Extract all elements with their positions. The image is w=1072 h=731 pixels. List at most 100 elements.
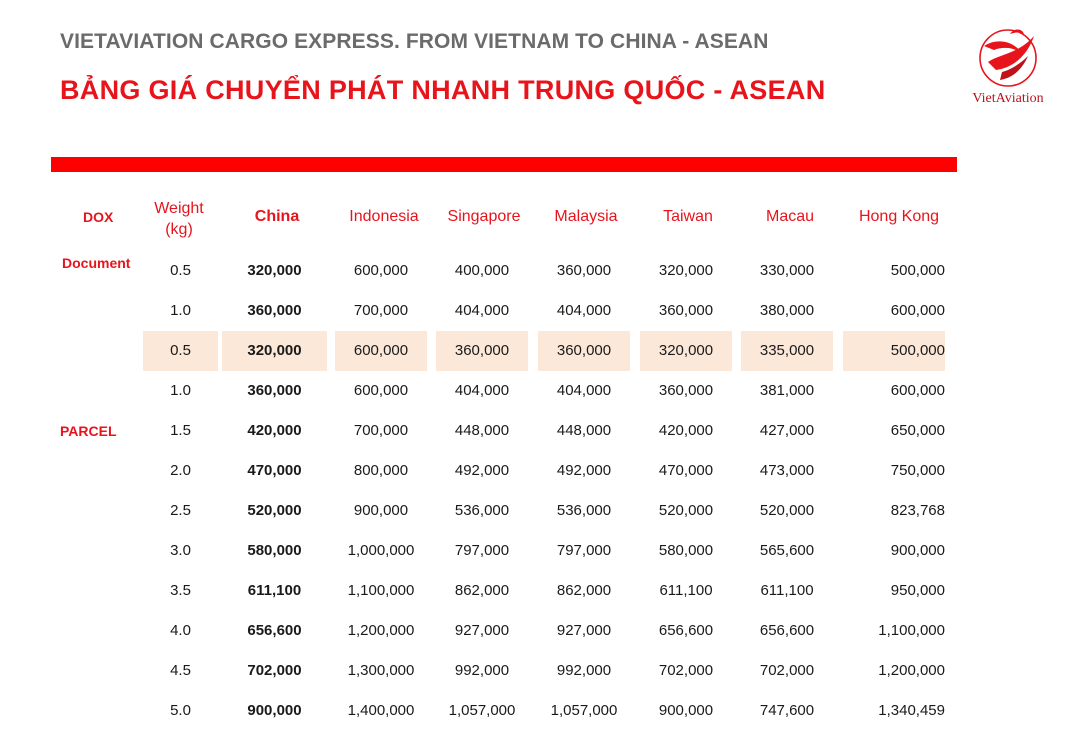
table-row: 3.0 580,000 1,000,000 797,000 797,000 580,000… [0,531,1072,571]
singapore-header: Singapore [447,208,521,225]
malaysia-cell: 448,000 [556,422,612,439]
china-cell: 900,000 [247,702,302,719]
macau-cell: 473,000 [759,462,815,479]
indonesia-cell: 600,000 [353,382,409,399]
macau-cell: 335,000 [741,331,833,371]
weight-cell: 0.5 [143,331,218,371]
indonesia-cell: 600,000 [335,331,427,371]
macau-cell: 520,000 [759,502,815,519]
taiwan-cell: 702,000 [658,662,714,679]
indonesia-cell: 700,000 [353,302,409,319]
weight-cell: 5.0 [170,702,191,719]
singapore-cell: 536,000 [454,502,510,519]
taiwan-cell: 900,000 [658,702,714,719]
taiwan-cell: 656,600 [658,622,714,639]
china-cell: 702,000 [247,662,302,679]
macau-cell: 611,100 [760,582,814,599]
table-row: 2.5 520,000 900,000 536,000 536,000 520,000 52… [0,491,1072,531]
macau-header: Macau [765,208,815,225]
china-cell: 656,600 [247,622,302,639]
hongkong-cell: 500,000 [890,262,945,279]
china-cell: 470,000 [247,462,302,479]
singapore-cell: 992,000 [454,662,510,679]
malaysia-cell: 992,000 [556,662,612,679]
taiwan-cell: 611,100 [659,582,713,599]
indonesia-cell: 1,000,000 [347,542,415,559]
indonesia-cell: 900,000 [353,502,409,519]
malaysia-cell: 492,000 [556,462,612,479]
macau-cell: 381,000 [759,382,815,399]
macau-cell: 427,000 [759,422,815,439]
hongkong-header: Hong Kong [858,208,940,225]
weight-cell: 1.0 [170,302,191,319]
logo-wordmark: VietAviation [972,91,1044,106]
taiwan-cell: 360,000 [658,382,714,399]
hongkong-cell: 600,000 [890,382,945,399]
macau-cell: 747,600 [759,702,815,719]
malaysia-cell: 404,000 [556,382,612,399]
weight-cell: 0.5 [170,262,191,279]
weight-cell: 3.5 [170,582,191,599]
malaysia-cell: 404,000 [556,302,612,319]
dox-header: DOX [83,209,114,225]
weight-cell: 3.0 [170,542,191,559]
taiwan-cell: 320,000 [658,262,714,279]
table-row: 3.5 611,100 1,100,000 862,000 862,000 611,100… [0,571,1072,611]
china-cell: 320,000 [222,331,327,371]
singapore-cell: 400,000 [454,262,510,279]
hongkong-cell: 1,340,459 [878,702,945,719]
hongkong-cell: 823,768 [890,502,945,519]
macau-cell: 330,000 [759,262,815,279]
indonesia-cell: 800,000 [353,462,409,479]
table-row: 1.5 420,000 700,000 448,000 448,000 420,000 42… [0,411,1072,451]
indonesia-cell: 1,200,000 [347,622,415,639]
hongkong-cell: 1,100,000 [878,622,945,639]
malaysia-cell: 536,000 [556,502,612,519]
indonesia-cell: 600,000 [353,262,409,279]
weight-cell: 2.0 [170,462,191,479]
china-cell: 360,000 [247,302,302,319]
malaysia-cell: 360,000 [556,262,612,279]
header-divider-bar [51,157,957,172]
singapore-cell: 797,000 [454,542,510,559]
weight-cell: 1.0 [170,382,191,399]
malaysia-cell: 360,000 [538,331,630,371]
singapore-cell: 404,000 [454,302,510,319]
malaysia-cell: 797,000 [556,542,612,559]
vietaviation-logo: VietAviation [958,24,1058,114]
singapore-cell: 1,057,000 [448,702,516,719]
hongkong-cell: 600,000 [890,302,945,319]
macau-cell: 702,000 [759,662,815,679]
china-cell: 580,000 [247,542,302,559]
macau-cell: 380,000 [759,302,815,319]
china-cell: 520,000 [247,502,302,519]
malaysia-header: Malaysia [554,208,618,225]
hongkong-cell: 900,000 [890,542,945,559]
indonesia-cell: 700,000 [353,422,409,439]
hongkong-cell: 500,000 [843,331,945,371]
weight-cell: 4.5 [170,662,191,679]
malaysia-cell: 927,000 [556,622,612,639]
malaysia-cell: 1,057,000 [550,702,618,719]
page-title: BẢNG GIÁ CHUYỂN PHÁT NHANH TRUNG QUỐC - … [60,75,826,105]
company-subtitle: VIETAVIATION CARGO EXPRESS. FROM VIETNAM… [60,30,769,53]
malaysia-cell: 862,000 [556,582,612,599]
taiwan-cell: 520,000 [658,502,714,519]
table-row: 5.0 900,000 1,400,000 1,057,000 1,057,000 900… [0,691,1072,731]
singapore-cell: 862,000 [454,582,510,599]
china-cell: 611,100 [247,582,302,599]
china-cell: 420,000 [247,422,302,439]
weight-header: Weight (kg) [154,200,204,238]
bird-logo-icon [979,29,1037,87]
indonesia-cell: 1,300,000 [347,662,415,679]
china-cell: 320,000 [247,262,302,279]
china-cell: 360,000 [247,382,302,399]
weight-cell: 1.5 [170,422,191,439]
taiwan-cell: 420,000 [658,422,714,439]
singapore-cell: 927,000 [454,622,510,639]
table-row: 1.0 360,000 700,000 404,000 404,000 360,000 38… [0,291,1072,331]
table-row: 4.0 656,600 1,200,000 927,000 927,000 656,600… [0,611,1072,651]
taiwan-header: Taiwan [663,208,713,225]
hongkong-cell: 650,000 [890,422,945,439]
taiwan-cell: 360,000 [658,302,714,319]
